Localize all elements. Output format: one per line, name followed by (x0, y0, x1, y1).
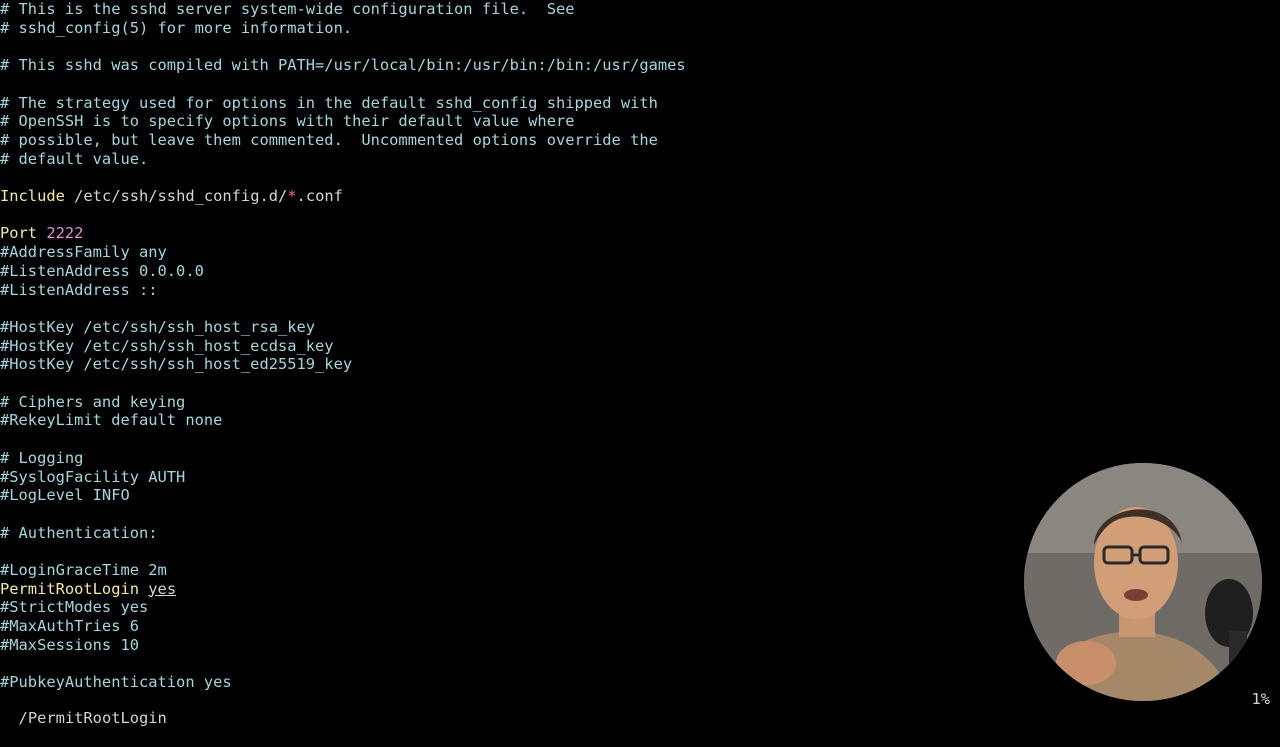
editor-line[interactable]: #LogLevel INFO (0, 486, 130, 505)
comment-text: # possible, but leave them commented. Un… (0, 130, 658, 149)
glob-wildcard: * (287, 187, 297, 205)
comment-text: #HostKey /etc/ssh/ssh_host_rsa_key (0, 317, 316, 336)
command-line[interactable]: /PermitRootLogin 1% (0, 690, 1280, 727)
comment-text: #MaxSessions 10 (0, 635, 139, 654)
directive-keyword: PermitRootLogin (0, 579, 139, 598)
comment-text: # sshd_config(5) for more information. (0, 18, 353, 37)
editor-line[interactable]: # possible, but leave them commented. Un… (0, 131, 658, 150)
editor-line[interactable]: # sshd_config(5) for more information. (0, 19, 352, 38)
comment-text: #ListenAddress 0.0.0.0 (0, 261, 204, 280)
editor-line[interactable]: # Authentication: (0, 524, 158, 543)
comment-text: # default value. (0, 149, 149, 168)
editor-line[interactable]: #ListenAddress 0.0.0.0 (0, 262, 204, 281)
directive-space (139, 580, 148, 598)
comment-text: #LogLevel INFO (0, 486, 130, 505)
directive-keyword: Port (0, 224, 38, 243)
comment-text: #SyslogFacility AUTH (0, 467, 186, 486)
editor-line[interactable]: # This is the sshd server system-wide co… (0, 0, 575, 19)
editor-line[interactable]: #HostKey /etc/ssh/ssh_host_ed25519_key (0, 355, 352, 374)
editor-line[interactable]: #MaxAuthTries 6 (0, 617, 139, 636)
comment-text: #AddressFamily any (0, 243, 167, 262)
editor-line[interactable]: #MaxSessions 10 (0, 636, 139, 655)
editor-line[interactable]: #RekeyLimit default none (0, 411, 222, 430)
comment-text: #HostKey /etc/ssh/ssh_host_ecdsa_key (0, 336, 334, 355)
comment-text: #RekeyLimit default none (0, 411, 223, 430)
scroll-percent: 1% (1251, 690, 1270, 708)
editor-line[interactable]: #AddressFamily any (0, 243, 167, 262)
directive-value: 2222 (37, 224, 84, 243)
comment-text: # Ciphers and keying (0, 392, 186, 411)
comment-text: # This is the sshd server system-wide co… (0, 0, 575, 18)
comment-text: #PubkeyAuthentication yes (0, 673, 232, 692)
editor-line[interactable]: # This sshd was compiled with PATH=/usr/… (0, 56, 686, 75)
comment-text: #HostKey /etc/ssh/ssh_host_ed25519_key (0, 355, 353, 374)
comment-text: #StrictModes yes (0, 598, 149, 617)
directive-path-suffix: .conf (296, 187, 343, 205)
comment-text: # The strategy used for options in the d… (0, 93, 658, 112)
comment-text: #MaxAuthTries 6 (0, 617, 139, 636)
editor-line[interactable]: # Logging (0, 449, 83, 468)
editor-line[interactable]: # default value. (0, 150, 148, 169)
editor-line[interactable]: # Ciphers and keying (0, 393, 185, 412)
editor-line[interactable]: #ListenAddress :: (0, 281, 158, 300)
editor-line[interactable]: #StrictModes yes (0, 598, 148, 617)
webcam-overlay (1024, 463, 1262, 701)
presenter-video (1024, 463, 1262, 701)
editor-line[interactable]: #HostKey /etc/ssh/ssh_host_ecdsa_key (0, 337, 334, 356)
comment-text: #LoginGraceTime 2m (0, 561, 167, 579)
comment-text: # Authentication: (0, 523, 158, 542)
editor-line[interactable]: # OpenSSH is to specify options with the… (0, 112, 575, 131)
comment-text: #ListenAddress :: (0, 280, 158, 299)
comment-text: # OpenSSH is to specify options with the… (0, 112, 575, 131)
editor-line[interactable]: # The strategy used for options in the d… (0, 94, 658, 113)
comment-text: # Logging (0, 448, 84, 467)
directive-path: /etc/ssh/sshd_config.d/ (64, 187, 288, 205)
directive-keyword: Include (0, 187, 65, 205)
editor-line[interactable]: PermitRootLogin yes (0, 580, 176, 599)
comment-text: # This sshd was compiled with PATH=/usr/… (0, 56, 686, 75)
directive-value-match: yes (148, 579, 177, 598)
editor-line[interactable]: #SyslogFacility AUTH (0, 468, 185, 487)
search-command[interactable]: /PermitRootLogin (19, 709, 167, 727)
editor-line[interactable]: #LoginGraceTime 2m (0, 561, 167, 580)
editor-line[interactable]: Port 2222 (0, 224, 83, 243)
editor-line[interactable]: Include /etc/ssh/sshd_config.d/*.conf (0, 187, 343, 206)
editor-line[interactable]: #HostKey /etc/ssh/ssh_host_rsa_key (0, 318, 315, 337)
